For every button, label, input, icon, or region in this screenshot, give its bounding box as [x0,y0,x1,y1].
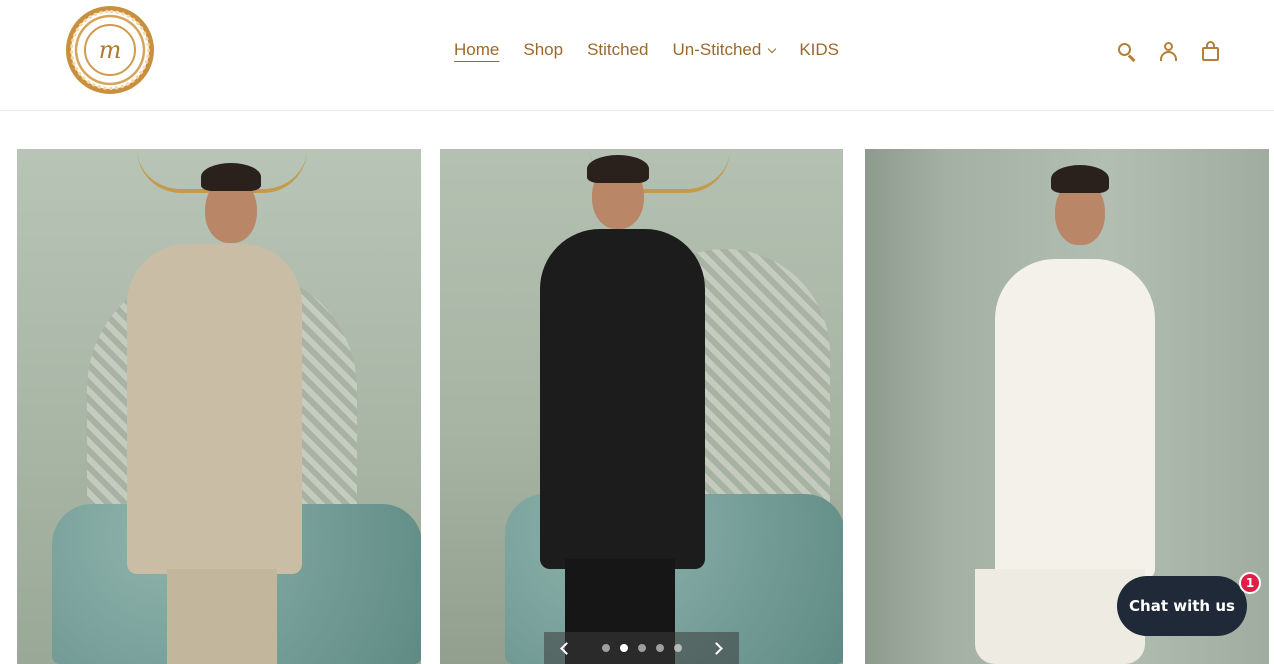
carousel-dot-4[interactable] [655,644,664,652]
search-icon[interactable] [1114,38,1138,64]
main-nav: Home Shop Stitched Un-Stitched KIDS [454,38,839,62]
carousel-controls [544,632,739,664]
chevron-right-icon[interactable] [710,641,723,655]
nav-shop[interactable]: Shop [523,38,563,62]
carousel-dot-5[interactable] [673,644,682,652]
nav-kids[interactable]: KIDS [799,38,839,62]
chat-badge: 1 [1239,572,1261,594]
model-white-kurta [995,259,1155,579]
model-hair [201,163,261,191]
nav-stitched[interactable]: Stitched [587,38,648,62]
logo-monogram: m [84,24,136,76]
model-beige-shalwar [167,569,277,664]
carousel-slide-1[interactable] [17,149,421,664]
nav-unstitched[interactable]: Un-Stitched [672,38,777,62]
cart-icon[interactable] [1198,38,1222,64]
site-header: m Home Shop Stitched Un-Stitched KIDS [0,0,1274,111]
header-icons [1114,38,1222,64]
model-hair [587,155,649,183]
chat-button[interactable]: Chat with us [1117,576,1247,636]
carousel-dot-3[interactable] [637,644,646,652]
account-icon[interactable] [1156,38,1180,64]
chevron-down-icon [768,44,777,54]
model-black-kurta [540,229,705,569]
brand-logo[interactable]: m [66,6,154,94]
carousel-slide-2[interactable] [440,149,843,664]
nav-unstitched-label: Un-Stitched [672,40,762,59]
chevron-left-icon[interactable] [560,641,573,655]
nav-home[interactable]: Home [454,38,499,62]
model-beige-kurta [127,244,302,574]
carousel-dot-1[interactable] [601,644,610,652]
model-hair [1051,165,1109,193]
carousel-dot-2[interactable] [619,644,628,652]
carousel-dots [601,644,682,652]
